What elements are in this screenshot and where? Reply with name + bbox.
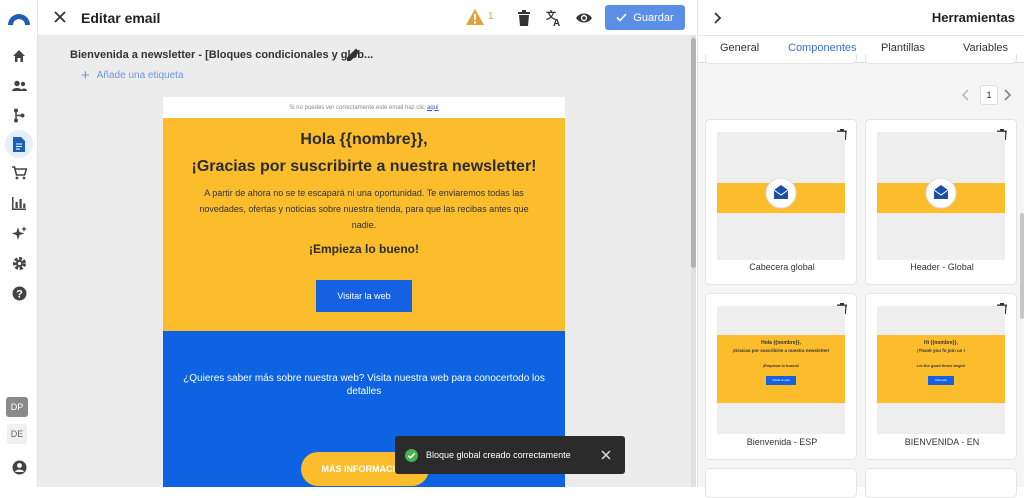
brand-logo-icon [8, 14, 30, 25]
document-icon[interactable] [5, 130, 33, 158]
email-greeting: Hola {{nombre}}, [300, 131, 428, 148]
page-number[interactable]: 1 [980, 85, 998, 105]
component-card[interactable]: Header - Global [865, 119, 1017, 285]
tools-panel: Herramientas General Componentes Plantil… [697, 0, 1024, 498]
preheader-link[interactable]: aquí [427, 105, 439, 111]
editor-canvas: Bienvenida a newsletter - [Bloques condi… [38, 36, 696, 487]
close-icon[interactable] [52, 9, 68, 25]
envelope-icon [925, 177, 957, 209]
email-preview: Si no puedes ver correctamente este emai… [163, 97, 565, 487]
card-thumbnail: Hi {{nombre}}, ¡Thank you fo join us ! L… [877, 306, 1005, 434]
panel-title: Herramientas [931, 10, 1015, 25]
component-card[interactable] [865, 468, 1017, 498]
card-partial-top-right [865, 54, 1017, 64]
card-label: Cabecera global [749, 262, 815, 272]
panel-scrollbar[interactable] [1020, 213, 1024, 319]
component-card[interactable]: Hi {{nombre}}, ¡Thank you fo join us ! L… [865, 293, 1017, 460]
cart-icon[interactable] [9, 163, 29, 183]
card-label: BIENVENIDA - EN [904, 437, 980, 447]
users-icon[interactable] [9, 76, 29, 96]
component-card[interactable] [705, 468, 857, 498]
email-name: Bienvenida a newsletter - [Bloques condi… [70, 49, 374, 61]
mini-button: Visit web [928, 376, 954, 385]
success-toast: Bloque global creado correctamente [395, 436, 625, 474]
tab-variables[interactable]: Variables [963, 42, 1008, 54]
pencil-icon[interactable] [346, 47, 361, 62]
save-button-label: Guardar [633, 11, 674, 24]
left-nav-rail: ? DP DE [0, 0, 38, 487]
component-card[interactable]: Cabecera global [705, 119, 857, 285]
chevron-left-icon[interactable] [960, 88, 972, 102]
flow-icon[interactable] [9, 105, 29, 125]
card-label: Bienvenida - ESP [746, 437, 818, 447]
mini-title: Hi {{nombre}}, [924, 340, 958, 346]
card-thumbnail: Hola {{nombre}}, ¡Gracias por suscribirt… [717, 306, 845, 434]
svg-text:?: ? [16, 288, 23, 300]
language-badge[interactable]: DE [7, 424, 27, 444]
success-check-icon [405, 448, 418, 462]
mini-tag: Let the good times begin! [916, 363, 966, 368]
trash-icon[interactable] [515, 9, 533, 27]
page-title: Editar email [81, 10, 161, 26]
card-thumbnail [717, 132, 845, 260]
card-partial-top-left [705, 54, 857, 64]
save-button[interactable]: Guardar [605, 5, 685, 30]
tab-general[interactable]: General [720, 42, 759, 54]
email-subhead: ¡Empieza lo bueno! [308, 242, 419, 256]
mini-subtitle: ¡Gracias por suscribirte a nuestra newsl… [732, 348, 830, 353]
mini-email: Hola {{nombre}}, ¡Gracias por suscribirt… [717, 335, 845, 403]
eye-icon[interactable] [575, 9, 593, 27]
bar-chart-icon[interactable] [9, 193, 29, 213]
visit-web-button[interactable]: Visitar la web [316, 280, 412, 312]
email-yellow-block[interactable]: Hola {{nombre}}, ¡Gracias por suscribirt… [163, 118, 565, 331]
help-icon[interactable]: ? [9, 283, 29, 303]
user-avatar[interactable]: DP [6, 397, 28, 417]
warning-count: 1 [488, 11, 494, 22]
home-icon[interactable] [9, 46, 29, 66]
card-label: Header - Global [910, 262, 974, 272]
mini-subtitle: ¡Thank you fo join us ! [917, 348, 965, 353]
email-headline: ¡Gracias por suscribirte a nuestra newsl… [191, 158, 537, 175]
warning-icon[interactable] [466, 9, 484, 25]
card-thumbnail [877, 132, 1005, 260]
mini-tag: ¡Empieza lo bueno! [762, 363, 800, 368]
svg-text:A: A [553, 18, 560, 27]
mini-email: Hi {{nombre}}, ¡Thank you fo join us ! L… [877, 335, 1005, 403]
add-tag-link[interactable]: + Añade una etiqueta [81, 66, 184, 84]
account-icon[interactable] [9, 457, 29, 477]
mini-title: Hola {{nombre}}, [761, 340, 801, 346]
envelope-icon [765, 177, 797, 209]
chevron-right-icon[interactable] [712, 11, 724, 25]
toast-close-icon[interactable] [600, 449, 612, 461]
email-paragraph: A partir de ahora no se te escapará ni u… [199, 188, 529, 230]
chevron-right-page-icon[interactable] [1002, 88, 1014, 102]
tab-plantillas[interactable]: Plantillas [881, 42, 925, 54]
add-tag-label: Añade una etiqueta [96, 70, 184, 81]
editor-topbar: Editar email 1 文A Guardar [38, 0, 696, 36]
translate-icon[interactable]: 文A [545, 9, 563, 27]
mini-button: Visitar la web [766, 376, 796, 385]
email-preheader: Si no puedes ver correctamente este emai… [163, 97, 565, 118]
plus-icon: + [81, 66, 90, 84]
check-icon [616, 13, 627, 22]
gear-icon[interactable] [9, 253, 29, 273]
component-card[interactable]: Hola {{nombre}}, ¡Gracias por suscribirt… [705, 293, 857, 460]
panel-header: Herramientas [698, 0, 1024, 36]
sparkle-icon[interactable] [9, 223, 29, 243]
preheader-text: Si no puedes ver correctamente este emai… [289, 104, 426, 111]
canvas-scroll-thumb[interactable] [691, 38, 696, 268]
toast-message: Bloque global creado correctamente [426, 450, 571, 460]
email-blue-question: ¿Quieres saber más sobre nuestra web? Vi… [183, 373, 545, 397]
tab-componentes[interactable]: Componentes [788, 42, 857, 54]
canvas-scrollbar[interactable] [691, 36, 696, 487]
